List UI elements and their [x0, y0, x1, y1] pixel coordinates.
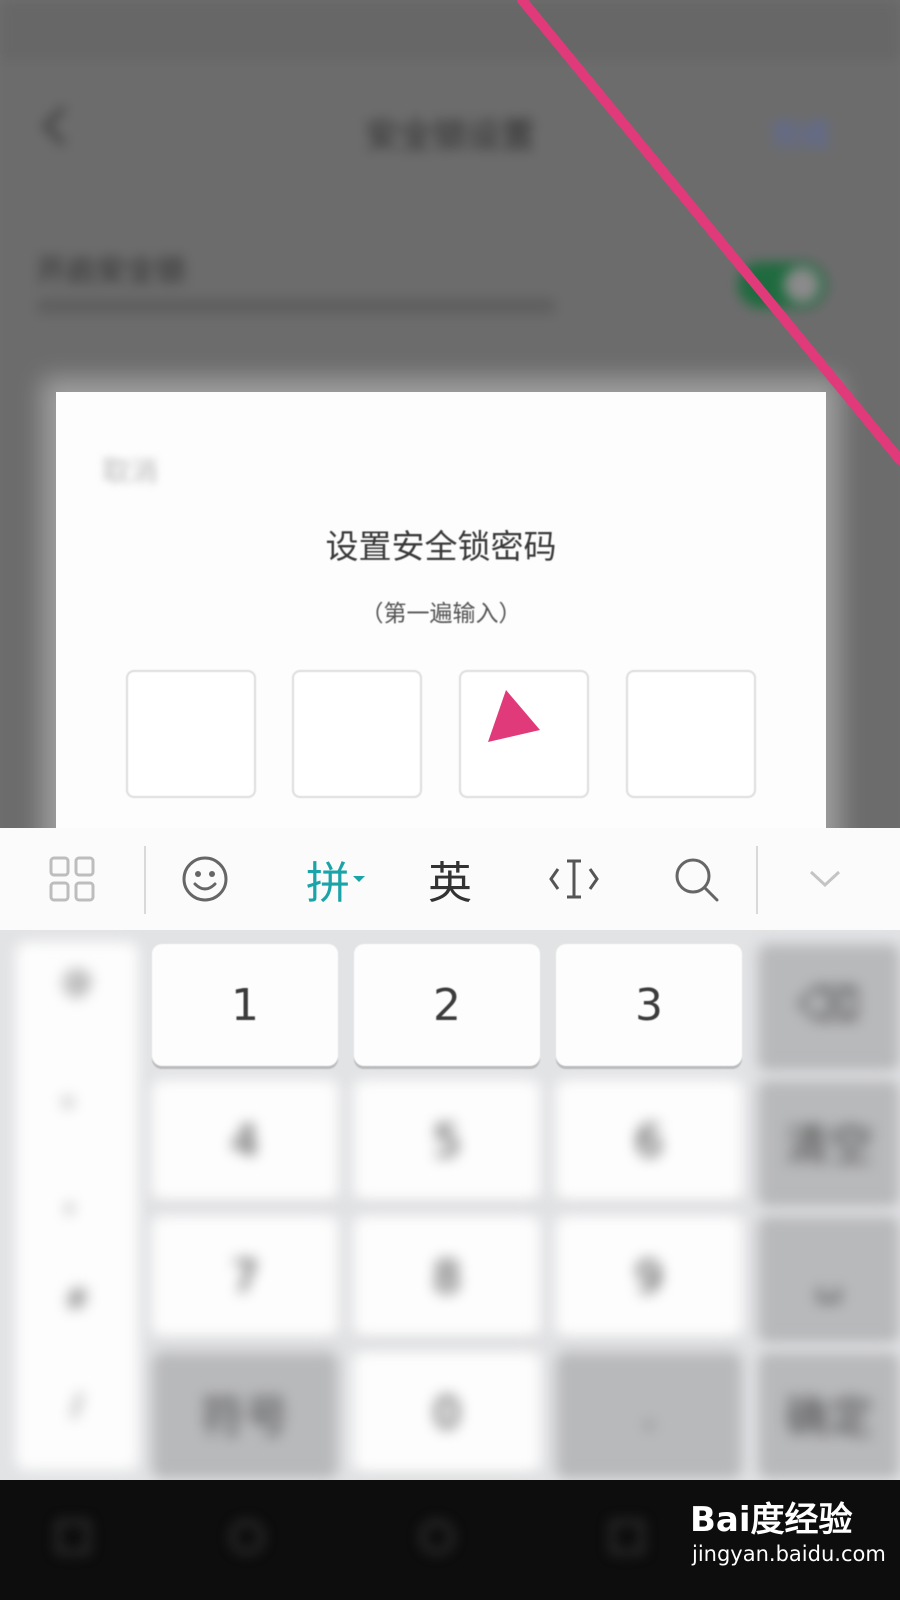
- security-lock-switch[interactable]: [738, 262, 826, 308]
- numeric-keyboard: @ 。 ， # / 1 2 3 ⌫ 4 5 6 清空 7 8 9 ␣ 符号 0 …: [0, 930, 900, 1480]
- english-mode-button[interactable]: 英: [408, 828, 492, 930]
- key-1[interactable]: 1: [152, 944, 338, 1066]
- nav-down-icon[interactable]: [230, 1520, 264, 1554]
- pin-digit-box-4[interactable]: [626, 670, 756, 798]
- dialog-subtitle: （第一遍输入）: [360, 601, 522, 627]
- key-6[interactable]: 6: [556, 1080, 742, 1202]
- toolbar-divider: [144, 846, 146, 914]
- nav-home-icon[interactable]: [420, 1520, 454, 1554]
- dot-key[interactable]: .: [556, 1352, 742, 1474]
- done-button[interactable]: 完成: [770, 110, 830, 154]
- pin-digit-box-3[interactable]: [459, 670, 589, 798]
- key-0[interactable]: 0: [354, 1352, 540, 1474]
- key-7[interactable]: 7: [152, 1216, 338, 1338]
- cursor-icon[interactable]: [532, 828, 616, 930]
- toolbar-divider: [756, 846, 758, 914]
- grid-icon[interactable]: [30, 828, 114, 930]
- key-3[interactable]: 3: [556, 944, 742, 1066]
- dropdown-caret-icon: [353, 876, 365, 882]
- space-key[interactable]: ␣: [758, 1216, 900, 1338]
- page-title: 安全锁设置: [365, 116, 535, 156]
- emoji-icon[interactable]: [168, 828, 242, 930]
- cancel-button[interactable]: 取消: [102, 450, 158, 490]
- switch-knob: [784, 267, 820, 303]
- back-arrow-icon[interactable]: [42, 106, 82, 146]
- security-lock-row-description: [36, 298, 556, 314]
- key-5[interactable]: 5: [354, 1080, 540, 1202]
- symbol-key[interactable]: ，: [16, 1176, 138, 1220]
- symbol-key[interactable]: /: [16, 1388, 138, 1423]
- clear-key[interactable]: 清空: [758, 1080, 900, 1202]
- security-lock-row-label: 开启安全锁: [36, 254, 186, 289]
- symbol-key[interactable]: @: [16, 964, 138, 999]
- collapse-keyboard-icon[interactable]: [780, 828, 870, 930]
- nav-recents-icon[interactable]: [610, 1520, 644, 1554]
- symbol-key[interactable]: 。: [16, 1070, 138, 1114]
- symbol-column[interactable]: @ 。 ， # /: [16, 942, 138, 1470]
- status-bar: [0, 0, 900, 60]
- dialog-title: 设置安全锁密码: [325, 527, 557, 566]
- key-2[interactable]: 2: [354, 944, 540, 1066]
- symbol-key[interactable]: #: [16, 1282, 138, 1317]
- pinyin-mode-button[interactable]: 拼: [296, 828, 376, 930]
- key-8[interactable]: 8: [354, 1216, 540, 1338]
- watermark-logo: Bai度经验: [690, 1500, 853, 1540]
- symbols-key[interactable]: 符号: [152, 1352, 338, 1474]
- search-icon[interactable]: [654, 828, 738, 930]
- baidu-jingyan-watermark: Bai度经验 jingyan.baidu.com: [690, 1492, 890, 1588]
- set-password-dialog: 取消 设置安全锁密码 （第一遍输入）: [56, 392, 826, 852]
- delete-key[interactable]: ⌫: [758, 944, 900, 1066]
- watermark-url: jingyan.baidu.com: [692, 1542, 886, 1566]
- nav-back-icon[interactable]: [56, 1520, 90, 1554]
- pin-digit-box-2[interactable]: [292, 670, 422, 798]
- key-9[interactable]: 9: [556, 1216, 742, 1338]
- english-mode-label: 英: [428, 858, 472, 909]
- enter-key[interactable]: 确定: [758, 1352, 900, 1474]
- key-4[interactable]: 4: [152, 1080, 338, 1202]
- pin-digit-box-1[interactable]: [126, 670, 256, 798]
- pinyin-mode-label: 拼: [306, 858, 350, 909]
- keyboard-toolbar: 拼 英: [0, 828, 900, 930]
